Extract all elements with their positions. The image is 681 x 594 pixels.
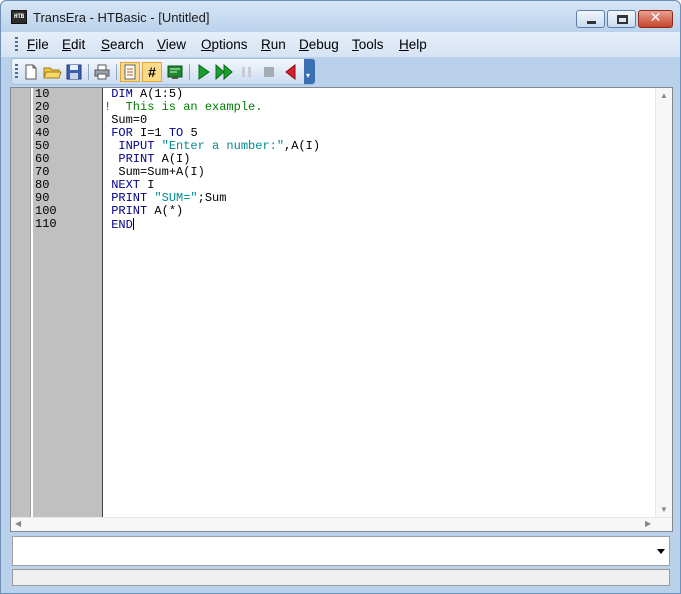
code-text: 5 xyxy=(190,126,198,140)
terminal-button[interactable] xyxy=(165,62,185,82)
code-keyword: INPUT xyxy=(118,139,162,153)
code-text: Sum=Sum+A(I) xyxy=(118,165,205,179)
menu-help[interactable]: Help xyxy=(399,37,427,52)
menu-options[interactable]: Options xyxy=(201,37,248,52)
title-bar[interactable]: HTB TransEra - HTBasic - [Untitled] ✕ xyxy=(1,1,680,31)
code-text: I=1 xyxy=(140,126,169,140)
code-text: ,A(I) xyxy=(284,139,321,153)
step-back-icon xyxy=(285,63,296,81)
maximize-button[interactable] xyxy=(607,10,636,28)
new-file-icon xyxy=(25,64,37,80)
menu-edit[interactable]: Edit xyxy=(62,37,85,52)
code-keyword: FOR xyxy=(111,126,141,140)
open-file-button[interactable] xyxy=(42,62,62,82)
chevron-down-icon: ▾ xyxy=(306,71,311,80)
code-text: A(*) xyxy=(154,204,184,218)
code-keyword: END xyxy=(111,218,133,232)
menu-grip-handle[interactable] xyxy=(15,37,18,52)
open-folder-icon xyxy=(43,67,62,79)
command-history-dropdown-icon[interactable] xyxy=(657,549,665,554)
window-title: TransEra - HTBasic - [Untitled] xyxy=(33,10,210,25)
stop-button[interactable] xyxy=(259,62,279,82)
code-keyword: PRINT xyxy=(118,152,162,166)
code-text: ;Sum xyxy=(197,191,227,205)
code-text: I xyxy=(147,178,155,192)
code-text: Sum=0 xyxy=(111,113,148,127)
menu-file[interactable]: File xyxy=(27,37,49,52)
close-icon: ✕ xyxy=(649,10,662,26)
toolbar-separator xyxy=(116,64,117,80)
scroll-down-icon[interactable]: ▼ xyxy=(660,506,668,514)
menu-view[interactable]: View xyxy=(157,37,186,52)
code-editor[interactable]: 10 20 30 40 50 60 70 80 90 100 110 DIM A(1:5)! Thi… xyxy=(10,87,673,532)
horizontal-scrollbar[interactable]: ◀ ▶ xyxy=(11,517,672,531)
code-line[interactable]: PRINT A(*) xyxy=(104,205,183,218)
step-back-button[interactable] xyxy=(281,62,301,82)
toolbar: # ▾ xyxy=(11,58,315,85)
line-number: 110 xyxy=(35,217,57,231)
close-button[interactable]: ✕ xyxy=(638,10,673,28)
line-numbers-icon: # xyxy=(148,64,156,80)
maximize-icon xyxy=(617,15,628,24)
code-string: "Enter a number:" xyxy=(161,139,285,153)
code-text: A(1:5) xyxy=(140,87,184,101)
menu-run[interactable]: Run xyxy=(261,37,286,52)
program-view-button[interactable] xyxy=(120,62,140,82)
code-keyword: NEXT xyxy=(111,178,148,192)
save-disk-icon xyxy=(66,64,82,80)
continue-button[interactable] xyxy=(214,62,234,82)
command-line[interactable] xyxy=(12,536,670,566)
code-string: "SUM=" xyxy=(154,191,198,205)
code-keyword: PRINT xyxy=(111,204,155,218)
code-text: A(I) xyxy=(161,152,191,166)
run-icon xyxy=(198,64,210,80)
htbasic-app-icon[interactable]: HTB xyxy=(11,10,27,24)
vertical-scrollbar[interactable]: ▲ ▼ xyxy=(655,88,672,518)
run-button[interactable] xyxy=(193,62,213,82)
line-numbers-button[interactable]: # xyxy=(142,62,162,82)
scroll-right-icon[interactable]: ▶ xyxy=(645,520,651,528)
toolbar-separator xyxy=(189,64,190,80)
scroll-up-icon[interactable]: ▲ xyxy=(660,92,668,100)
menu-bar: File Edit Search View Options Run Debug … xyxy=(1,32,680,57)
stop-icon xyxy=(264,67,274,77)
new-file-button[interactable] xyxy=(21,62,41,82)
menu-tools[interactable]: Tools xyxy=(352,37,384,52)
print-button[interactable] xyxy=(92,62,112,82)
save-button[interactable] xyxy=(64,62,84,82)
pause-icon xyxy=(242,67,251,77)
program-view-icon xyxy=(124,64,136,80)
text-caret xyxy=(132,218,134,230)
scroll-left-icon[interactable]: ◀ xyxy=(15,520,21,528)
minimize-icon xyxy=(587,21,596,24)
continue-icon xyxy=(215,63,233,81)
code-comment: ! This is an example. xyxy=(104,100,263,114)
margin-strip xyxy=(11,88,31,518)
toolbar-overflow-button[interactable]: ▾ xyxy=(304,59,315,84)
code-keyword: PRINT xyxy=(111,191,155,205)
menu-search[interactable]: Search xyxy=(101,37,144,52)
menu-debug[interactable]: Debug xyxy=(299,37,339,52)
command-input[interactable] xyxy=(16,541,646,561)
print-icon xyxy=(94,64,110,80)
code-keyword: DIM xyxy=(111,87,141,101)
terminal-icon xyxy=(167,65,183,79)
pause-button[interactable] xyxy=(237,62,257,82)
code-line[interactable]: END xyxy=(104,218,134,232)
main-window: HTB TransEra - HTBasic - [Untitled] ✕ Fi… xyxy=(0,0,681,594)
minimize-button[interactable] xyxy=(576,10,605,28)
toolbar-separator xyxy=(88,64,89,80)
toolbar-grip-handle[interactable] xyxy=(15,64,18,79)
status-bar xyxy=(12,569,670,586)
code-keyword: TO xyxy=(168,126,191,140)
